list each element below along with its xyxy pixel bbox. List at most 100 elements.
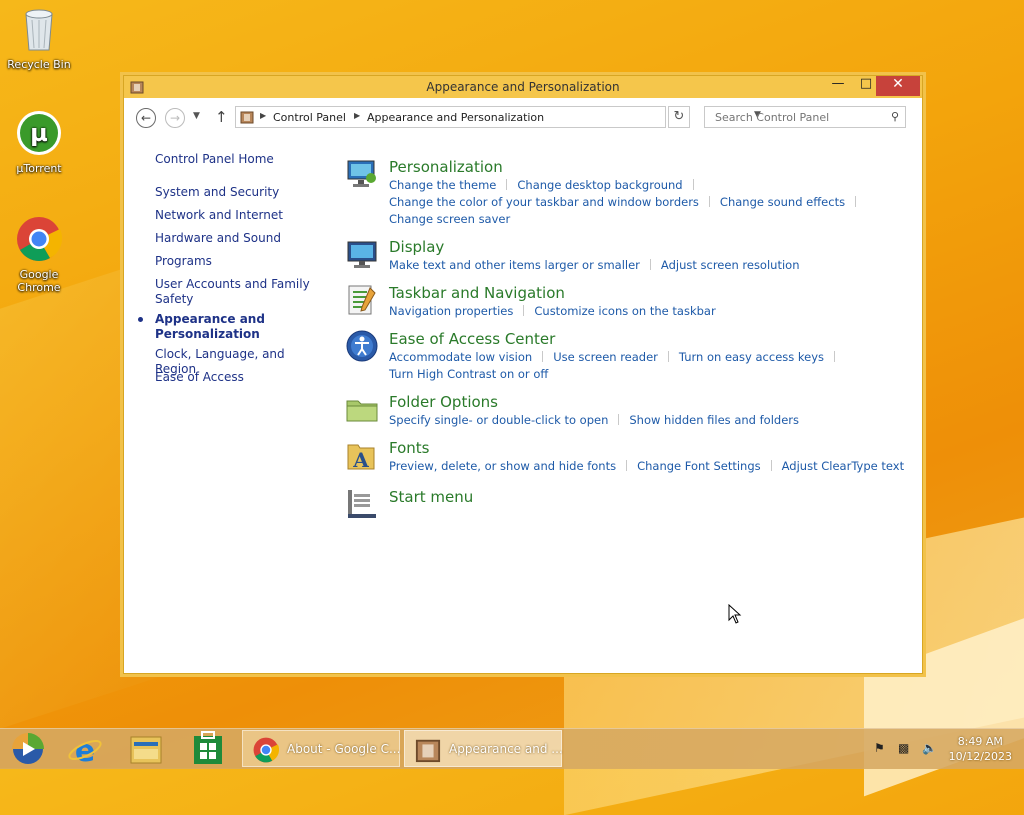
link-change-screen-saver[interactable]: Change screen saver (389, 212, 510, 226)
chrome-icon (17, 217, 63, 261)
ease-of-access-icon (346, 330, 378, 362)
link-single-double-click[interactable]: Specify single- or double-click to open (389, 413, 608, 427)
link-adjust-cleartype[interactable]: Adjust ClearType text (782, 459, 904, 473)
category-title[interactable]: Taskbar and Navigation (389, 284, 565, 302)
breadcrumb-chevron-icon: ▶ (354, 111, 361, 120)
folder-icon (346, 400, 378, 422)
svg-text:e: e (75, 734, 95, 767)
task-label: Appearance and ... (449, 742, 563, 756)
desktop-icon-label: Recycle Bin (7, 58, 71, 71)
link-customize-taskbar-icons[interactable]: Customize icons on the taskbar (534, 304, 715, 318)
recent-locations-dropdown[interactable]: ▼ (193, 111, 200, 121)
link-separator (770, 460, 772, 471)
close-button[interactable]: ✕ (876, 76, 920, 96)
category-title[interactable]: Start menu (389, 488, 473, 506)
link-change-theme[interactable]: Change the theme (389, 178, 496, 192)
sidebar-item-appearance: Appearance and Personalization (138, 312, 325, 342)
category-links: Make text and other items larger or smal… (389, 257, 909, 274)
link-navigation-properties[interactable]: Navigation properties (389, 304, 513, 318)
sidebar-item-label: Appearance and Personalization (155, 312, 265, 341)
link-change-desktop-background[interactable]: Change desktop background (517, 178, 682, 192)
category-links: Preview, delete, or show and hide fonts C… (389, 458, 909, 475)
media-player-icon[interactable] (2, 731, 54, 767)
chrome-icon (253, 737, 279, 763)
link-separator (834, 351, 836, 362)
sidebar-item-user-accounts[interactable]: User Accounts and Family Safety (155, 277, 325, 307)
internet-explorer-icon[interactable]: e (59, 731, 111, 767)
title-bar[interactable]: Appearance and Personalization — □ ✕ (124, 76, 922, 98)
link-screen-reader[interactable]: Use screen reader (553, 350, 658, 364)
up-button[interactable]: ↑ (215, 108, 228, 126)
sidebar-item-hardware-sound[interactable]: Hardware and Sound (155, 231, 325, 246)
category-links: Accommodate low vision Use screen reader T… (389, 349, 909, 383)
refresh-button[interactable]: ↻ (668, 106, 690, 128)
search-box[interactable]: ⚲ (704, 106, 906, 128)
desktop-icon-utorrent[interactable]: µ µTorrent (1, 110, 77, 175)
link-change-taskbar-color[interactable]: Change the color of your taskbar and win… (389, 195, 699, 209)
category-title[interactable]: Personalization (389, 158, 503, 176)
taskbar: e About - Google C... Appearance and ...… (0, 728, 1024, 769)
link-show-hidden-files[interactable]: Show hidden files and folders (629, 413, 799, 427)
link-change-font-settings[interactable]: Change Font Settings (637, 459, 761, 473)
window-title: Appearance and Personalization (426, 80, 620, 94)
link-separator (667, 351, 669, 362)
sidebar-item-programs[interactable]: Programs (155, 254, 325, 269)
link-separator (649, 259, 651, 270)
fonts-icon: A (347, 444, 375, 471)
store-icon[interactable] (182, 731, 234, 767)
control-panel-icon (415, 739, 441, 763)
clock[interactable]: 8:49 AM 10/12/2023 (949, 734, 1012, 764)
link-low-vision[interactable]: Accommodate low vision (389, 350, 532, 364)
link-preview-fonts[interactable]: Preview, delete, or show and hide fonts (389, 459, 616, 473)
link-text-size[interactable]: Make text and other items larger or smal… (389, 258, 640, 272)
sidebar-item-ease-of-access[interactable]: Ease of Access (155, 370, 325, 385)
volume-muted-icon[interactable]: 🔈 (922, 741, 937, 755)
breadcrumb-current[interactable]: Appearance and Personalization (367, 111, 544, 124)
desktop-icon-label: Google Chrome (17, 268, 61, 294)
search-icon[interactable]: ⚲ (891, 110, 899, 123)
utorrent-icon: µ (17, 111, 61, 155)
forward-button[interactable]: → (165, 108, 185, 128)
taskbar-icon (348, 285, 376, 315)
link-separator (523, 305, 525, 316)
breadcrumb-chevron-icon: ▶ (260, 111, 267, 120)
link-screen-resolution[interactable]: Adjust screen resolution (661, 258, 800, 272)
start-menu-icon (348, 490, 376, 518)
link-separator (692, 179, 694, 190)
link-change-sound-effects[interactable]: Change sound effects (720, 195, 845, 209)
action-center-flag-icon[interactable]: ⚑ (874, 741, 885, 755)
search-input[interactable] (713, 110, 877, 125)
close-icon: ✕ (892, 76, 904, 92)
task-label: About - Google C... (287, 742, 401, 756)
sidebar-item-control-panel-home[interactable]: Control Panel Home (155, 152, 325, 167)
sidebar-item-system-security[interactable]: System and Security (155, 185, 325, 200)
taskbar-task-control-panel[interactable]: Appearance and ... (404, 730, 563, 767)
svg-text:µ: µ (30, 119, 48, 147)
category-links: Specify single- or double-click to open S… (389, 412, 909, 429)
control-panel-icon (240, 111, 254, 124)
display-icon (347, 241, 377, 268)
desktop-icon-chrome[interactable]: Google Chrome (1, 216, 77, 294)
desktop-icon-recycle-bin[interactable]: Recycle Bin (1, 6, 77, 71)
category-title[interactable]: Folder Options (389, 393, 498, 411)
file-explorer-icon[interactable] (120, 731, 172, 767)
category-title[interactable]: Ease of Access Center (389, 330, 555, 348)
personalization-icon (347, 160, 376, 187)
category-title[interactable]: Display (389, 238, 444, 256)
address-toolbar: ← → ▼ ↑ ▶ Control Panel ▶ Appearance and… (124, 98, 920, 136)
link-easy-access-keys[interactable]: Turn on easy access keys (679, 350, 824, 364)
svg-text:A: A (352, 448, 369, 471)
network-icon[interactable]: ▩ (898, 741, 909, 755)
clock-date: 10/12/2023 (948, 750, 1012, 763)
back-button[interactable]: ← (136, 108, 156, 128)
taskbar-task-chrome[interactable]: About - Google C... (242, 730, 400, 767)
category-title[interactable]: Fonts (389, 439, 429, 457)
minimize-button[interactable]: — (824, 76, 852, 96)
breadcrumb-control-panel[interactable]: Control Panel (273, 111, 346, 124)
clock-time: 8:49 AM (957, 735, 1003, 748)
link-separator (618, 414, 620, 425)
recycle-bin-icon (25, 9, 53, 51)
address-bar[interactable]: ▶ Control Panel ▶ Appearance and Persona… (235, 106, 761, 128)
sidebar-item-network[interactable]: Network and Internet (155, 208, 325, 223)
link-high-contrast[interactable]: Turn High Contrast on or off (389, 367, 548, 381)
